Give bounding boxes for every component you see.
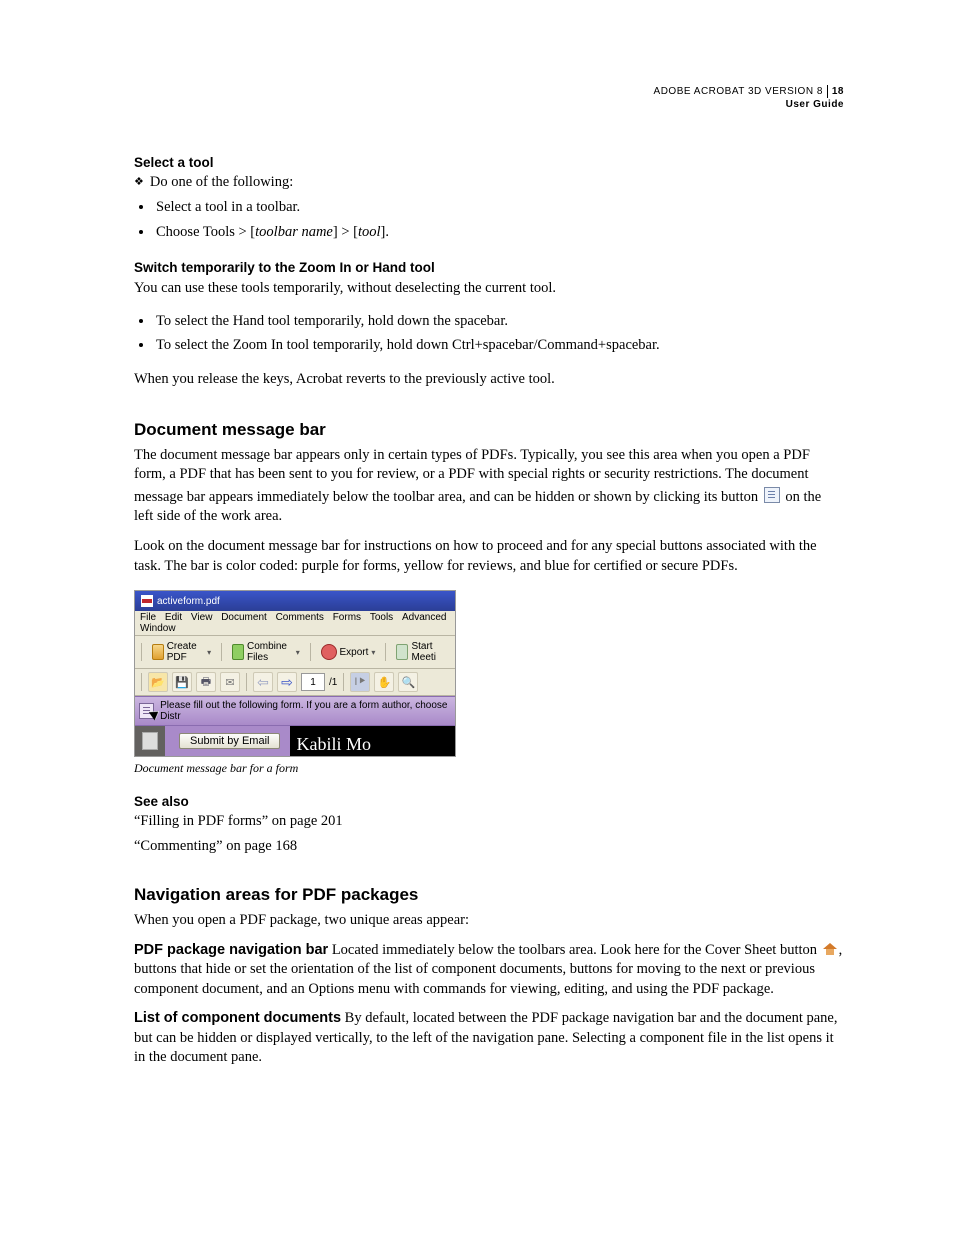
xref-link[interactable]: “Commenting” on page 168 (134, 838, 844, 855)
form-title-text: Kabili Mo (290, 725, 455, 757)
form-area: Submit by Email Kabili Mo (135, 726, 455, 756)
see-also-list: “Filling in PDF forms” on page 201 “Comm… (134, 813, 844, 855)
list-item: To select the Hand tool temporarily, hol… (154, 309, 844, 334)
bullets-select-tool: Select a tool in a toolbar. Choose Tools… (134, 195, 844, 244)
email-button[interactable]: ✉ (220, 672, 240, 692)
form-background: Submit by Email Kabili Mo (165, 726, 455, 756)
menubar[interactable]: File Edit View Document Comments Forms T… (135, 611, 455, 636)
menu-forms[interactable]: Forms (333, 612, 361, 623)
menu-document[interactable]: Document (221, 612, 267, 623)
label: Export (340, 647, 369, 658)
menu-file[interactable]: File (140, 612, 156, 623)
print-button[interactable]: 🖶 (196, 672, 216, 692)
figure-screenshot: activeform.pdf File Edit View Document C… (134, 590, 456, 757)
text-italic: tool (358, 224, 381, 240)
page-header: ADOBE ACROBAT 3D VERSION 8 18 User Guide (134, 85, 844, 111)
label: Combine Files (247, 641, 293, 663)
pdf-file-icon (141, 595, 153, 607)
cover-sheet-home-icon (823, 943, 837, 955)
diamond-icon: ❖ (134, 176, 144, 188)
select-tool-button[interactable]: I⯈ (350, 672, 370, 692)
export-icon (321, 644, 337, 660)
window-title: activeform.pdf (157, 596, 220, 607)
heading-see-also: See also (134, 794, 844, 809)
para: Look on the document message bar for ins… (134, 537, 844, 576)
create-pdf-icon (152, 644, 164, 660)
text: The document message bar appears only in… (134, 447, 810, 505)
chevron-down-icon: ▾ (371, 648, 375, 657)
hand-tool-button[interactable]: ✋ (374, 672, 394, 692)
window-titlebar: activeform.pdf (135, 591, 455, 611)
chevron-down-icon: ▾ (296, 648, 300, 657)
menu-tools[interactable]: Tools (370, 612, 393, 623)
bullets-switch-tool: To select the Hand tool temporarily, hol… (134, 309, 844, 358)
save-button[interactable]: 💾 (172, 672, 192, 692)
create-pdf-button[interactable]: Create PDF▾ (148, 639, 215, 665)
heading-dmb: Document message bar (134, 420, 844, 440)
text: Choose Tools > [ (156, 224, 255, 240)
label: Create PDF (167, 641, 204, 663)
navigation-pane[interactable] (135, 726, 165, 756)
menu-window[interactable]: Window (140, 623, 176, 634)
list-item: To select the Zoom In tool temporarily, … (154, 333, 844, 358)
run-in-heading: List of component documents (134, 1010, 341, 1026)
para: You can use these tools temporarily, wit… (134, 279, 844, 299)
lead-select-tool: ❖ Do one of the following: (134, 174, 844, 191)
toolbar-file-nav: 📂 💾 🖶 ✉ ⇦ ⇨ /1 I⯈ ✋ 🔍 (135, 669, 455, 696)
xref-link[interactable]: “Filling in PDF forms” on page 201 (134, 813, 844, 830)
combine-files-button[interactable]: Combine Files▾ (228, 639, 304, 665)
page-input[interactable] (301, 673, 325, 691)
menu-view[interactable]: View (191, 612, 213, 623)
menu-comments[interactable]: Comments (276, 612, 324, 623)
list-item: Select a tool in a toolbar. (154, 195, 844, 220)
figure-caption: Document message bar for a form (134, 761, 844, 776)
message-bar-text: Please fill out the following form. If y… (160, 700, 451, 722)
header-guide: User Guide (786, 99, 844, 110)
page-number: 18 (827, 85, 844, 98)
heading-switch-tool: Switch temporarily to the Zoom In or Han… (134, 260, 844, 275)
para: List of component documents By default, … (134, 1009, 844, 1068)
open-button[interactable]: 📂 (148, 672, 168, 692)
submit-by-email-button[interactable]: Submit by Email (179, 733, 280, 749)
para: PDF package navigation bar Located immed… (134, 941, 844, 1000)
toolbar-tasks: Create PDF▾ Combine Files▾ Export▾ Start… (135, 636, 455, 669)
header-product: ADOBE ACROBAT 3D VERSION 8 (654, 86, 823, 97)
meeting-icon (396, 644, 408, 660)
message-bar-toggle-icon (764, 487, 780, 503)
para: The document message bar appears only in… (134, 446, 844, 527)
menu-edit[interactable]: Edit (165, 612, 182, 623)
label: Start Meeti (411, 641, 447, 663)
text: ]. (381, 224, 389, 240)
para: When you open a PDF package, two unique … (134, 911, 844, 931)
chevron-down-icon: ▾ (207, 648, 211, 657)
marquee-zoom-button[interactable]: 🔍 (398, 672, 418, 692)
page: ADOBE ACROBAT 3D VERSION 818 User Guide … (0, 0, 954, 1138)
page-total: /1 (329, 677, 337, 688)
export-button[interactable]: Export▾ (317, 642, 380, 662)
text: Located immediately below the toolbars a… (328, 942, 820, 958)
start-meeting-button[interactable]: Start Meeti (392, 639, 451, 665)
run-in-heading: PDF package navigation bar (134, 942, 328, 958)
list-item: Choose Tools > [toolbar name] > [tool]. (154, 220, 844, 245)
document-message-bar[interactable]: Please fill out the following form. If y… (135, 696, 455, 726)
heading-nav-packages: Navigation areas for PDF packages (134, 885, 844, 905)
menu-advanced[interactable]: Advanced (402, 612, 446, 623)
pages-panel-icon (142, 732, 158, 750)
next-page-button[interactable]: ⇨ (277, 672, 297, 692)
text: ] > [ (333, 224, 358, 240)
heading-select-tool: Select a tool (134, 155, 844, 170)
combine-files-icon (232, 644, 244, 660)
prev-page-button[interactable]: ⇦ (253, 672, 273, 692)
para: When you release the keys, Acrobat rever… (134, 370, 844, 390)
text-italic: toolbar name (255, 224, 333, 240)
lead-text: Do one of the following: (150, 174, 293, 190)
